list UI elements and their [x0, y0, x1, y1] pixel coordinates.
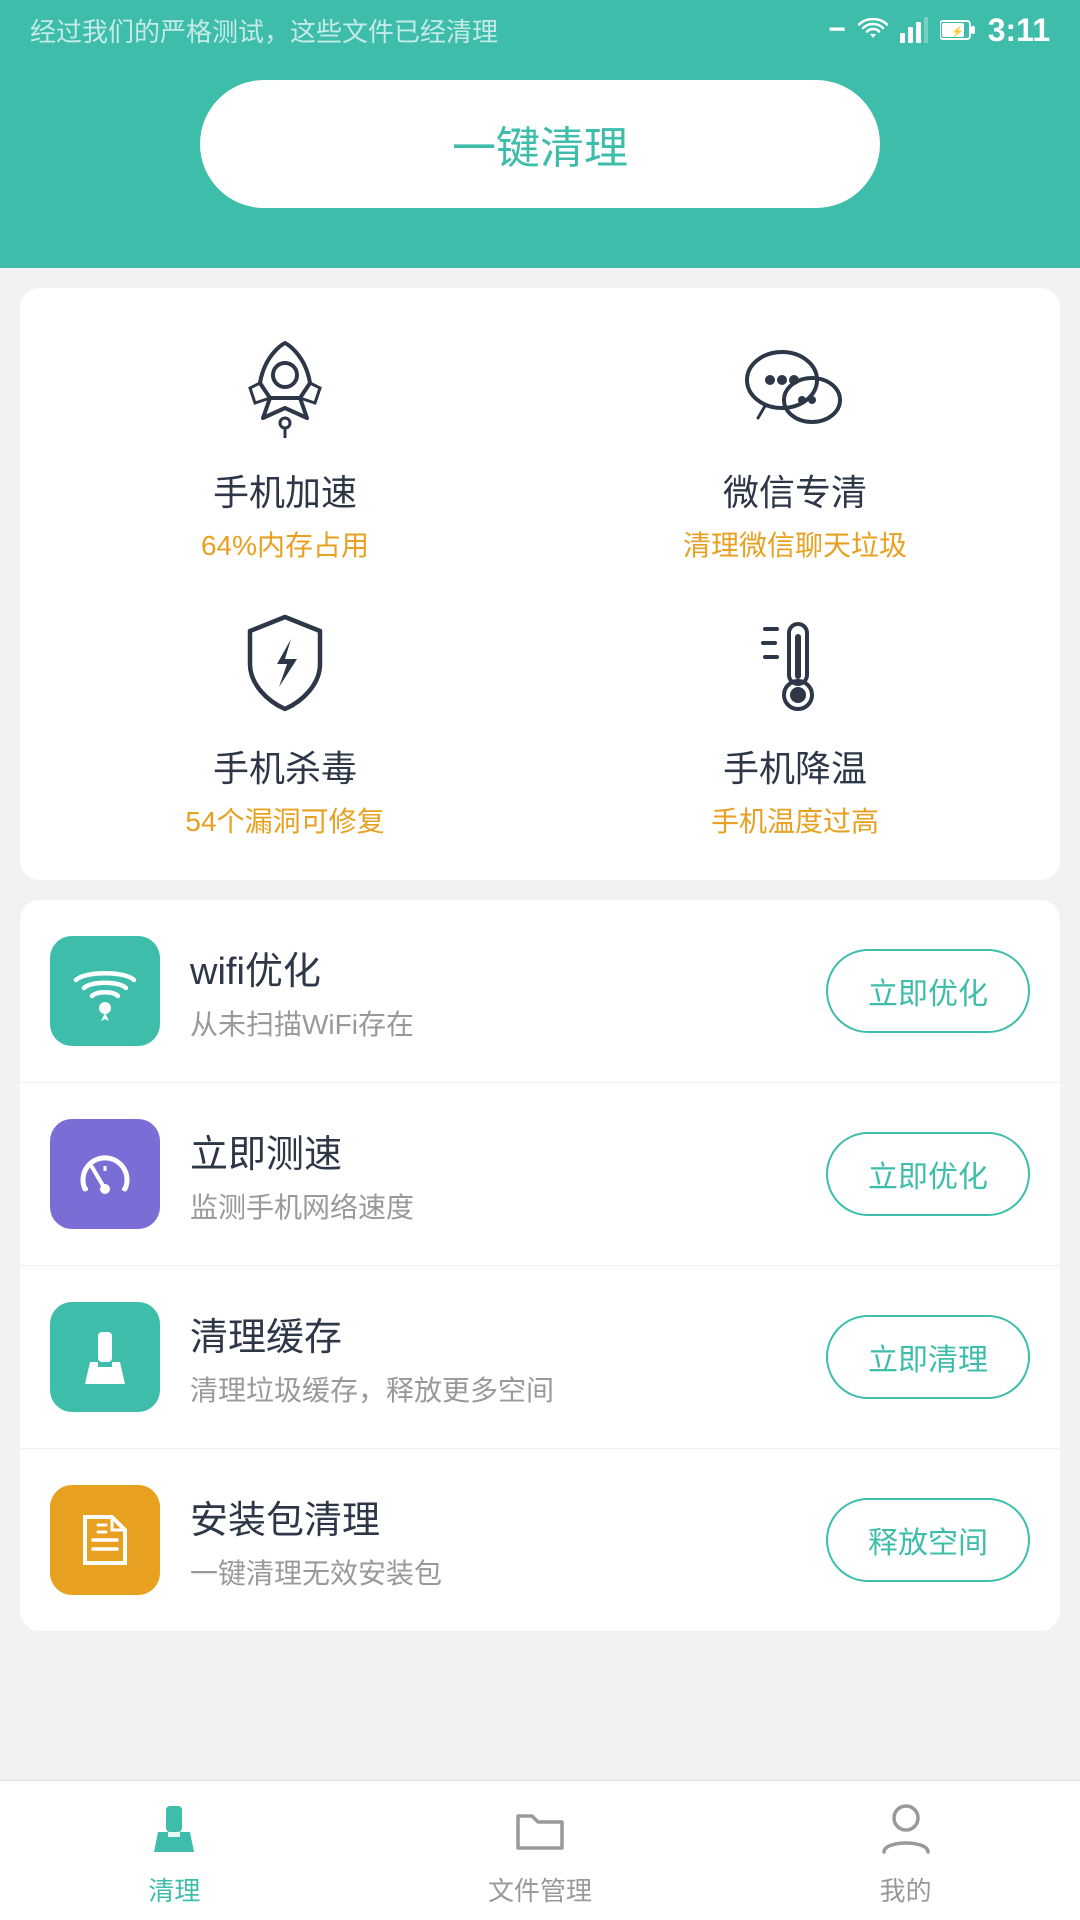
rocket-icon	[225, 328, 345, 448]
apk-list-item[interactable]: 安装包清理 一键清理无效安装包 释放空间	[20, 1449, 1060, 1631]
mine-nav-label: 我的	[880, 1871, 932, 1908]
feature-grid-card: 手机加速 64%内存占用 微信专清	[20, 288, 1060, 880]
cache-title: 清理缓存	[190, 1306, 826, 1361]
cache-list-item[interactable]: 清理缓存 清理垃圾缓存，释放更多空间 立即清理	[20, 1266, 1060, 1449]
time-display: 3:11	[988, 12, 1050, 49]
wifi-action-button[interactable]: 立即优化	[826, 949, 1030, 1033]
apk-list-icon	[50, 1485, 160, 1595]
cache-text: 清理缓存 清理垃圾缓存，释放更多空间	[190, 1306, 826, 1409]
nav-files[interactable]: 文件管理	[488, 1793, 592, 1908]
antivirus-sub: 54个漏洞可修复	[185, 800, 384, 840]
shield-icon	[225, 604, 345, 724]
accelerate-title: 手机加速	[213, 464, 357, 516]
apk-action-button[interactable]: 释放空间	[826, 1498, 1030, 1582]
apk-title: 安装包清理	[190, 1489, 826, 1544]
nav-mine[interactable]: 我的	[871, 1793, 941, 1908]
cache-action-button[interactable]: 立即清理	[826, 1315, 1030, 1399]
accelerate-item[interactable]: 手机加速 64%内存占用	[40, 328, 530, 564]
nav-clean[interactable]: 清理	[139, 1793, 209, 1908]
antivirus-item[interactable]: 手机杀毒 54个漏洞可修复	[40, 604, 530, 840]
speed-list-item[interactable]: 立即测速 监测手机网络速度 立即优化	[20, 1083, 1060, 1266]
apk-text: 安装包清理 一键清理无效安装包	[190, 1489, 826, 1592]
wifi-status-icon	[858, 18, 888, 42]
wifi-sub: 从未扫描WiFi存在	[190, 1003, 826, 1043]
wechat-item[interactable]: 微信专清 清理微信聊天垃圾	[550, 328, 1040, 564]
signal-icon	[900, 17, 928, 43]
minus-icon: −	[828, 13, 846, 47]
accelerate-sub: 64%内存占用	[201, 524, 369, 564]
status-bar: 经过我们的严格测试，这些文件已经清理 −	[0, 0, 1080, 60]
thermometer-icon	[735, 604, 855, 724]
clean-nav-icon	[139, 1793, 209, 1863]
mine-nav-icon	[871, 1793, 941, 1863]
wifi-text: wifi优化 从未扫描WiFi存在	[190, 940, 826, 1043]
wifi-title: wifi优化	[190, 940, 826, 995]
cooldown-item[interactable]: 手机降温 手机温度过高	[550, 604, 1040, 840]
svg-text:⚡: ⚡	[951, 25, 963, 38]
marquee-text: 经过我们的严格测试，这些文件已经清理	[30, 12, 498, 49]
cache-sub: 清理垃圾缓存，释放更多空间	[190, 1369, 826, 1409]
battery-icon: ⚡	[940, 19, 976, 41]
antivirus-title: 手机杀毒	[213, 740, 357, 792]
speed-list-icon	[50, 1119, 160, 1229]
wechat-sub: 清理微信聊天垃圾	[683, 524, 907, 564]
bottom-navigation: 清理 文件管理 我的	[0, 1780, 1080, 1920]
cache-list-icon	[50, 1302, 160, 1412]
main-content: 手机加速 64%内存占用 微信专清	[0, 268, 1080, 1831]
cooldown-sub: 手机温度过高	[711, 800, 879, 840]
wechat-icon	[735, 328, 855, 448]
feature-list-card: wifi优化 从未扫描WiFi存在 立即优化	[20, 900, 1060, 1631]
header: 一键清理	[0, 60, 1080, 268]
cooldown-title: 手机降温	[723, 740, 867, 792]
status-icons: − ⚡	[828, 12, 1050, 49]
wechat-title: 微信专清	[723, 464, 867, 516]
wifi-list-item[interactable]: wifi优化 从未扫描WiFi存在 立即优化	[20, 900, 1060, 1083]
apk-sub: 一键清理无效安装包	[190, 1552, 826, 1592]
speed-text: 立即测速 监测手机网络速度	[190, 1123, 826, 1226]
files-nav-label: 文件管理	[488, 1871, 592, 1908]
speed-action-button[interactable]: 立即优化	[826, 1132, 1030, 1216]
wifi-list-icon	[50, 936, 160, 1046]
clean-nav-label: 清理	[148, 1871, 200, 1908]
speed-sub: 监测手机网络速度	[190, 1186, 826, 1226]
files-nav-icon	[505, 1793, 575, 1863]
one-click-button[interactable]: 一键清理	[200, 80, 880, 208]
speed-title: 立即测速	[190, 1123, 826, 1178]
